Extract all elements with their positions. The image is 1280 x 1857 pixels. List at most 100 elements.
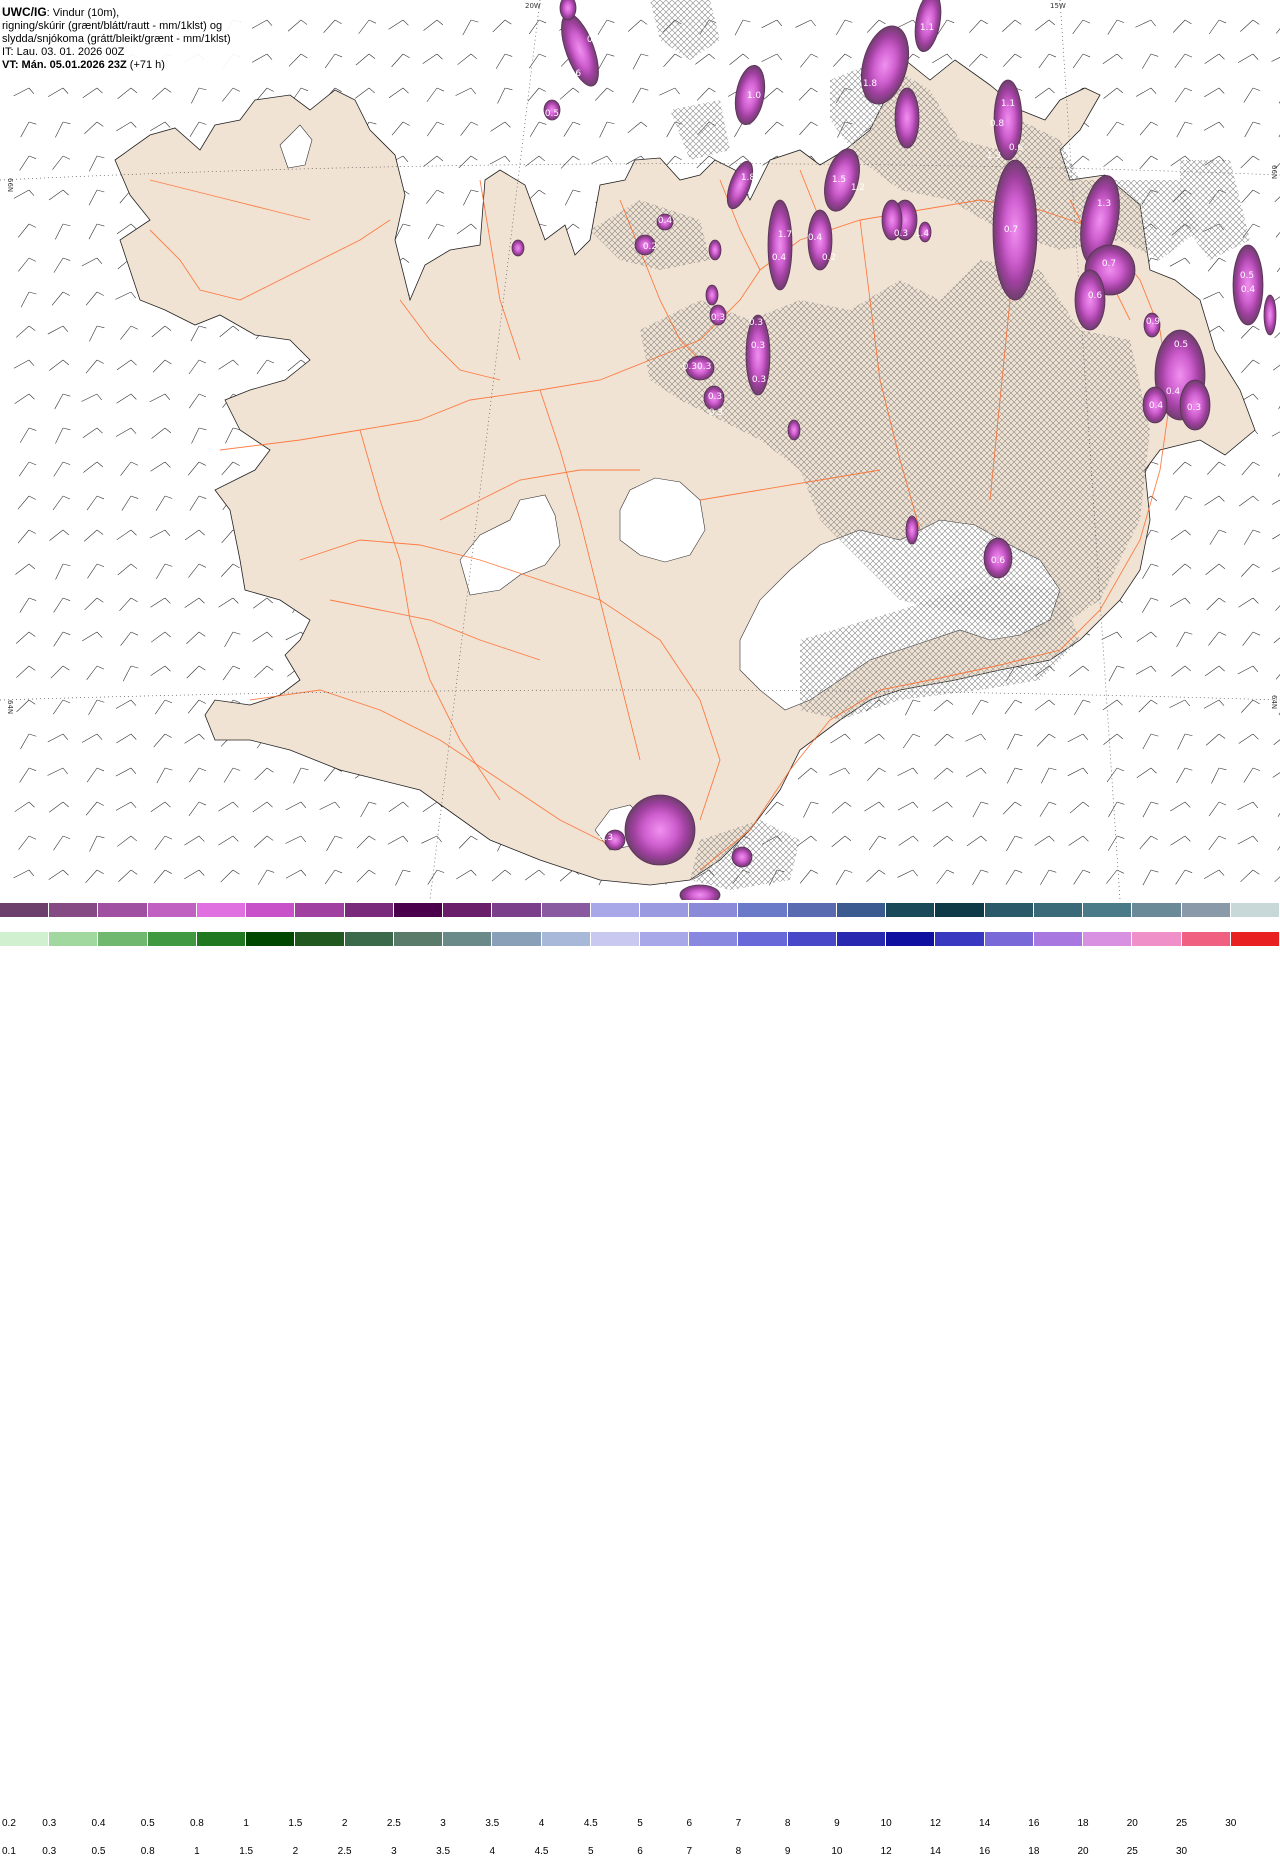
legend-label: 14 [979,1818,991,1829]
precip-value-label: 0.6 [991,556,1006,566]
precip-cell [559,0,577,21]
model-name: UWC/IG [2,5,47,19]
legend-label: 0.3 [42,1846,57,1857]
legend-label: 0.8 [189,1818,204,1829]
precip-value-label: 0.2 [643,242,657,252]
legend-label: 30 [1175,1846,1188,1857]
precip-cell [624,794,696,866]
precip-cell [511,239,525,257]
legend-swatch [886,932,936,946]
legend-swatch [492,932,542,946]
legend-swatch [1033,932,1084,946]
legend-label: 7 [735,1818,742,1829]
weather-map[interactable]: 0.6 0.6 0.5 1.0 1.8 1.1 1.1 0.8 0.6 1.3 1.8 1.5 1.2 1… [0,0,1280,906]
legend-label: 18 [1028,1846,1040,1857]
precip-value-label: 1.8 [863,79,878,89]
legend-swatch [1083,903,1133,917]
legend-label: 5 [587,1846,594,1857]
lon-label-15w: 15W [1050,2,1066,10]
legend-swatch [393,932,444,946]
precip-cell [1263,294,1277,336]
legend-swatch [344,903,394,917]
legend-label: 8 [784,1818,791,1829]
legend-swatch [1132,903,1182,917]
precip-value-label: 0.3 [708,392,722,402]
legend-swatch [787,903,837,917]
info-line-3: slydda/snjókoma (grátt/bleikt/grænt - mm… [2,33,231,45]
precip-value-label: 1.8 [741,173,756,183]
legend-label: 25 [1126,1846,1138,1857]
precip-value-label: 0.4 [658,216,673,226]
precip-value-label: 0.4 [1241,285,1256,295]
map-canvas: 0.6 0.6 0.5 1.0 1.8 1.1 1.1 0.8 0.6 1.3 1.8 1.5 1.2 1… [0,0,1280,906]
legend-swatch [886,903,936,917]
legend-swatch [1132,932,1182,946]
legend-swatch [98,932,148,946]
precip-value-label: 0.6 [1009,143,1024,153]
precip-value-label: 1.4 [915,229,930,239]
precip-cell [905,515,919,545]
legend-label: 10 [880,1818,892,1829]
legend-label: 5 [637,1818,643,1829]
legend-swatch [0,903,50,917]
map-info-box: UWC/IG: Vindur (10m), rigning/skúrir (gr… [0,0,240,76]
legend-swatch [0,932,50,946]
legend-label: 0.5 [91,1846,106,1857]
lat-label-right-66n: 66N [1270,165,1278,179]
legend-label: 30 [1225,1818,1237,1829]
legend-label: 0.5 [140,1818,155,1829]
legend-swatch [147,903,197,917]
lon-label-20w: 20W [525,2,541,10]
precip-value-label: 0.3 [599,833,613,843]
legend-swatch [689,932,739,946]
legend-swatch [196,903,247,917]
precip-value-label: 1.1 [1001,99,1015,109]
legend-label: 18 [1077,1818,1089,1829]
legend-swatch [541,903,591,917]
precip-cell [705,284,719,306]
legend-label: 1 [194,1846,200,1857]
precip-value-label: 0.9 [1146,317,1161,327]
precip-value-label: 1.3 [1097,199,1111,209]
legend-swatch [98,903,148,917]
precip-value-label: 0.7 [1102,259,1116,269]
precip-value-label: 0.3 [749,318,763,328]
legend-label: 2.5 [386,1818,401,1829]
precip-value-label: 1.3 [987,151,1001,161]
precip-value-label: 0.6 [587,35,602,45]
legend-swatch [738,932,788,946]
legend-swatch [246,932,296,946]
legend-swatch [590,903,640,917]
legend-swatch [1230,932,1280,946]
legend-label: 0.8 [140,1846,155,1857]
precip-value-label: 0.6 [567,69,582,79]
legend-rain-row [0,932,1280,946]
legend-swatch [689,903,739,917]
legend-label: 25 [1175,1818,1188,1829]
precip-value-label: 0.4 [808,233,823,243]
legend-label: 2.5 [337,1846,352,1857]
precip-cell [787,419,801,441]
legend-swatch [443,932,493,946]
legend-label: 8 [735,1846,742,1857]
legend-label: 1.5 [288,1818,303,1829]
legend-label: 4 [538,1818,545,1829]
precip-value-label: 0.4 [1166,387,1181,397]
precip-value-label: 0.4 [772,253,787,263]
lat-label-left-66n: 66N [6,178,14,192]
legend-label: 9 [834,1818,840,1829]
color-legend: 0.2 0.3 0.4 0.5 0.8 1 1.5 2 2.5 3 3.5 4 4.5 5 6 7 8 9 10 12… [0,900,1280,1857]
legend-swatch [541,932,591,946]
legend-swatch [640,903,690,917]
legend-label: 16 [979,1846,991,1857]
precip-value-label: 0.3 [752,375,766,385]
legend-swatch [1181,903,1231,917]
legend-label: 1 [243,1818,249,1829]
legend-swatch [1033,903,1084,917]
legend-label: 6 [637,1846,643,1857]
legend-label: 3.5 [436,1846,451,1857]
legend-swatch [935,932,985,946]
precip-value-label: 0.7 [1004,225,1018,235]
precip-cell [894,87,920,149]
legend-label: 4.5 [534,1846,549,1857]
